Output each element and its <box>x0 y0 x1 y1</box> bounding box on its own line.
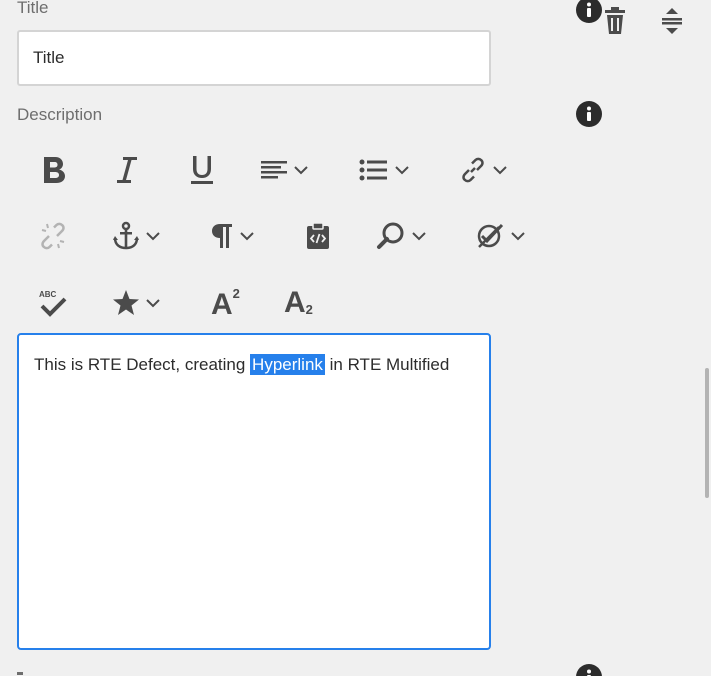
justify-icon <box>261 161 287 179</box>
underline-button[interactable] <box>188 150 216 190</box>
anchor-icon <box>113 221 139 250</box>
spellcheck-icon <box>40 297 67 317</box>
underline-icon <box>191 156 213 184</box>
description-info-icon[interactable] <box>576 101 602 127</box>
delete-icon[interactable] <box>603 6 627 41</box>
spellcheck-dropdown-icon <box>477 223 504 248</box>
title-label: Title <box>17 0 49 17</box>
superscript-icon: A2 <box>211 285 240 321</box>
description-rte-editor[interactable]: This is RTE Defect, creating Hyperlink i… <box>17 333 491 650</box>
chevron-down-icon <box>240 232 254 241</box>
paragraph-format-dropdown[interactable] <box>210 216 254 256</box>
chevron-down-icon <box>395 166 409 175</box>
next-field-label-fragment <box>17 672 23 675</box>
justify-dropdown[interactable] <box>260 150 308 190</box>
chevron-down-icon <box>412 232 426 241</box>
chevron-down-icon <box>511 232 525 241</box>
chevron-down-icon <box>146 232 160 241</box>
unlink-icon <box>41 222 65 250</box>
subscript-button[interactable]: A2 <box>284 283 313 323</box>
description-label: Description <box>17 105 103 124</box>
special-char-dropdown[interactable] <box>112 283 160 323</box>
list-dropdown[interactable] <box>359 150 409 190</box>
unlink-button <box>38 216 68 256</box>
rte-text-after: in RTE Multified <box>324 355 450 374</box>
rte-selected-text[interactable]: Hyperlink <box>250 354 325 375</box>
spellcheck-dropdown[interactable] <box>475 216 525 256</box>
spellcheck-button[interactable]: ABC <box>38 283 68 323</box>
chevron-down-icon <box>146 299 160 308</box>
next-field-info-icon[interactable] <box>576 664 602 676</box>
paste-as-source-icon <box>307 222 329 249</box>
special-char-icon <box>113 290 139 315</box>
link-icon <box>462 157 484 183</box>
reorder-icon[interactable] <box>660 6 684 41</box>
chevron-down-icon <box>294 166 308 175</box>
anchor-dropdown[interactable] <box>112 216 160 256</box>
chevron-down-icon <box>493 166 507 175</box>
title-info-icon[interactable] <box>576 0 602 23</box>
link-dropdown[interactable] <box>459 150 507 190</box>
superscript-button[interactable]: A2 <box>211 283 240 323</box>
rte-text-before: This is RTE Defect, creating <box>34 355 251 374</box>
bold-icon <box>44 157 65 183</box>
paragraph-icon <box>212 224 232 248</box>
paste-as-source-button[interactable] <box>305 216 331 256</box>
find-replace-dropdown[interactable] <box>376 216 426 256</box>
italic-button[interactable] <box>114 150 140 190</box>
list-icon <box>359 159 387 181</box>
bold-button[interactable] <box>40 150 68 190</box>
title-input[interactable]: Title <box>17 30 491 86</box>
subscript-icon: A2 <box>284 286 313 319</box>
italic-icon <box>117 157 137 183</box>
find-replace-icon <box>377 222 404 249</box>
scrollbar-thumb[interactable] <box>705 368 709 498</box>
